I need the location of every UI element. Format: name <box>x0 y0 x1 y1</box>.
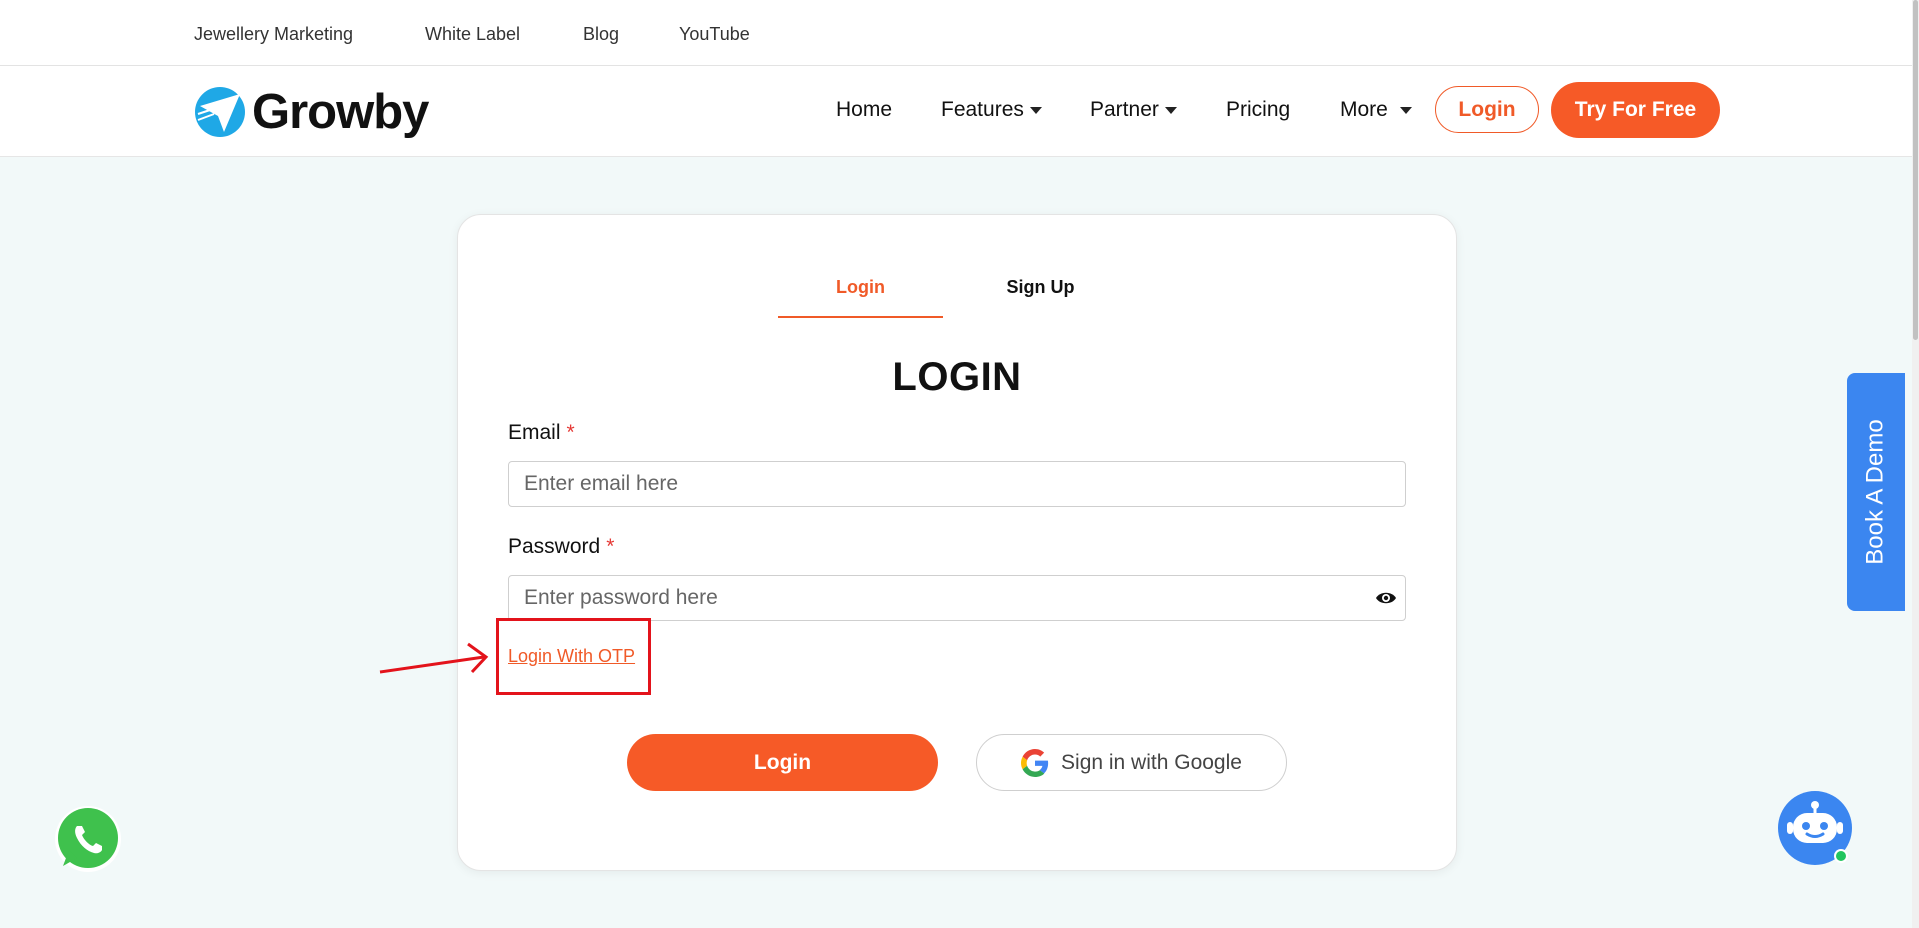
top-utility-bar: Jewellery Marketing White Label Blog You… <box>0 0 1919 66</box>
nav-partner[interactable]: Partner <box>1090 98 1177 122</box>
top-link-blog[interactable]: Blog <box>583 24 619 45</box>
google-icon <box>1021 748 1049 777</box>
nav-partner-label: Partner <box>1090 98 1159 121</box>
email-label: Email * <box>508 421 575 445</box>
book-a-demo-tab[interactable]: Book A Demo <box>1847 373 1905 611</box>
book-a-demo-label: Book A Demo <box>1862 419 1890 565</box>
chatbot-icon[interactable] <box>1776 790 1854 868</box>
nav-more[interactable]: More <box>1340 98 1412 122</box>
google-signin-label: Sign in with Google <box>1061 750 1242 774</box>
required-mark: * <box>566 421 575 444</box>
page-scrollbar-thumb[interactable] <box>1913 0 1918 340</box>
whatsapp-icon[interactable] <box>53 804 123 874</box>
annotation-arrow <box>379 642 489 674</box>
login-submit-button[interactable]: Login <box>627 734 938 791</box>
login-card: Login Sign Up LOGIN Email* Password* Log… <box>457 214 1457 871</box>
google-signin-button[interactable]: Sign in with Google <box>976 734 1287 791</box>
nav-features-label: Features <box>941 98 1024 121</box>
nav-home[interactable]: Home <box>836 98 892 122</box>
required-mark: * <box>606 535 615 558</box>
brand-logo[interactable]: Growby <box>194 85 429 139</box>
growby-logo-icon <box>195 87 245 137</box>
top-link-white-label[interactable]: White Label <box>425 24 520 45</box>
password-field[interactable] <box>508 575 1406 621</box>
nav-pricing[interactable]: Pricing <box>1226 98 1290 122</box>
top-link-youtube[interactable]: YouTube <box>679 24 750 45</box>
caret-down-icon <box>1029 106 1042 114</box>
active-tab-indicator <box>778 316 943 318</box>
caret-down-icon <box>1399 106 1412 114</box>
email-field[interactable] <box>508 461 1406 507</box>
nav-home-label: Home <box>836 98 893 121</box>
password-label-text: Password <box>508 535 601 558</box>
email-label-text: Email <box>508 421 561 444</box>
eye-icon[interactable] <box>1375 590 1397 606</box>
nav-more-label: More <box>1340 98 1388 121</box>
tab-login[interactable]: Login <box>778 277 943 298</box>
caret-down-icon <box>1164 106 1177 114</box>
password-label: Password * <box>508 535 614 559</box>
main-navbar: Growby Home Features Partner Pricing Mor… <box>0 66 1919 157</box>
annotation-highlight-box <box>496 618 651 695</box>
top-link-jewellery-marketing[interactable]: Jewellery Marketing <box>194 24 353 45</box>
nav-pricing-label: Pricing <box>1226 98 1291 121</box>
tab-sign-up[interactable]: Sign Up <box>958 277 1123 298</box>
try-for-free-button[interactable]: Try For Free <box>1551 82 1720 138</box>
brand-name: Growby <box>252 85 429 139</box>
nav-login-button[interactable]: Login <box>1435 86 1539 133</box>
page-title: LOGIN <box>892 355 1022 399</box>
nav-features[interactable]: Features <box>941 98 1042 122</box>
